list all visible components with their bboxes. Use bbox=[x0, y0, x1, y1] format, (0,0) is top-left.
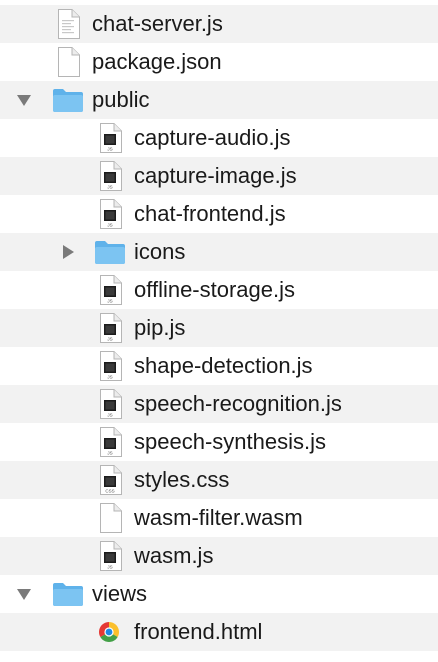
svg-text:JS: JS bbox=[107, 223, 112, 228]
file-tree: chat-server.js package.json public JS captur… bbox=[0, 0, 438, 662]
tree-item-label: offline-storage.js bbox=[134, 277, 296, 302]
svg-text:JS: JS bbox=[107, 451, 112, 456]
svg-text:JS: JS bbox=[107, 413, 112, 418]
svg-text:JS: JS bbox=[107, 565, 112, 570]
disclosure-collapsed-icon[interactable] bbox=[60, 244, 76, 260]
svg-text:CSS: CSS bbox=[105, 489, 114, 494]
tree-item-label: public bbox=[92, 87, 150, 112]
file-row-capture-audio-js[interactable]: JS capture-audio.js bbox=[0, 119, 438, 157]
css-file-icon: CSS bbox=[98, 465, 122, 501]
file-row-chat-frontend-js[interactable]: JS chat-frontend.js bbox=[0, 195, 438, 233]
tree-item-label: wasm.js bbox=[134, 543, 214, 568]
tree-item-label: speech-synthesis.js bbox=[134, 429, 326, 454]
tree-item-label: chat-server.js bbox=[92, 11, 223, 36]
file-row-chat-server-js[interactable]: chat-server.js bbox=[0, 5, 438, 43]
js-file-icon: JS bbox=[98, 123, 122, 159]
blank-file-icon bbox=[56, 47, 80, 83]
folder-icon bbox=[52, 581, 84, 613]
svg-text:JS: JS bbox=[107, 375, 112, 380]
tree-item-label: chat-frontend.js bbox=[134, 201, 286, 226]
js-file-icon: JS bbox=[98, 351, 122, 387]
file-row-pip-js[interactable]: JS pip.js bbox=[0, 309, 438, 347]
disclosure-expanded-icon[interactable] bbox=[16, 92, 32, 108]
disclosure-expanded-icon[interactable] bbox=[16, 586, 32, 602]
svg-text:JS: JS bbox=[107, 299, 112, 304]
folder-icon bbox=[52, 87, 84, 119]
file-row-speech-synthesis-js[interactable]: JS speech-synthesis.js bbox=[0, 423, 438, 461]
file-row-wasm-filter-wasm[interactable]: wasm-filter.wasm bbox=[0, 499, 438, 537]
js-file-icon: JS bbox=[98, 541, 122, 577]
file-row-capture-image-js[interactable]: JS capture-image.js bbox=[0, 157, 438, 195]
folder-row-public[interactable]: public bbox=[0, 81, 438, 119]
tree-item-label: speech-recognition.js bbox=[134, 391, 342, 416]
svg-text:JS: JS bbox=[107, 185, 112, 190]
tree-item-label: icons bbox=[134, 239, 186, 264]
file-row-speech-recognition-js[interactable]: JS speech-recognition.js bbox=[0, 385, 438, 423]
file-row-styles-css[interactable]: CSS styles.css bbox=[0, 461, 438, 499]
tree-item-label: wasm-filter.wasm bbox=[134, 505, 303, 530]
tree-item-label: frontend.html bbox=[134, 619, 263, 644]
file-row-offline-storage-js[interactable]: JS offline-storage.js bbox=[0, 271, 438, 309]
js-file-icon bbox=[56, 9, 80, 45]
chrome-icon bbox=[98, 621, 120, 649]
js-file-icon: JS bbox=[98, 161, 122, 197]
folder-row-icons[interactable]: icons bbox=[0, 233, 438, 271]
tree-item-label: capture-audio.js bbox=[134, 125, 291, 150]
tree-item-label: capture-image.js bbox=[134, 163, 297, 188]
svg-text:JS: JS bbox=[107, 147, 112, 152]
file-row-package-json[interactable]: package.json bbox=[0, 43, 438, 81]
file-row-wasm-js[interactable]: JS wasm.js bbox=[0, 537, 438, 575]
svg-text:JS: JS bbox=[107, 337, 112, 342]
file-row-frontend-html[interactable]: frontend.html bbox=[0, 613, 438, 651]
tree-item-label: styles.css bbox=[134, 467, 230, 492]
js-file-icon: JS bbox=[98, 389, 122, 425]
js-file-icon: JS bbox=[98, 313, 122, 349]
tree-item-label: package.json bbox=[92, 49, 222, 74]
blank-file-icon bbox=[98, 503, 122, 539]
js-file-icon: JS bbox=[98, 427, 122, 463]
tree-item-label: shape-detection.js bbox=[134, 353, 313, 378]
js-file-icon: JS bbox=[98, 199, 122, 235]
folder-row-views[interactable]: views bbox=[0, 575, 438, 613]
tree-item-label: pip.js bbox=[134, 315, 186, 340]
file-row-shape-detection-js[interactable]: JS shape-detection.js bbox=[0, 347, 438, 385]
tree-item-label: views bbox=[92, 581, 148, 606]
folder-icon bbox=[94, 239, 126, 271]
js-file-icon: JS bbox=[98, 275, 122, 311]
